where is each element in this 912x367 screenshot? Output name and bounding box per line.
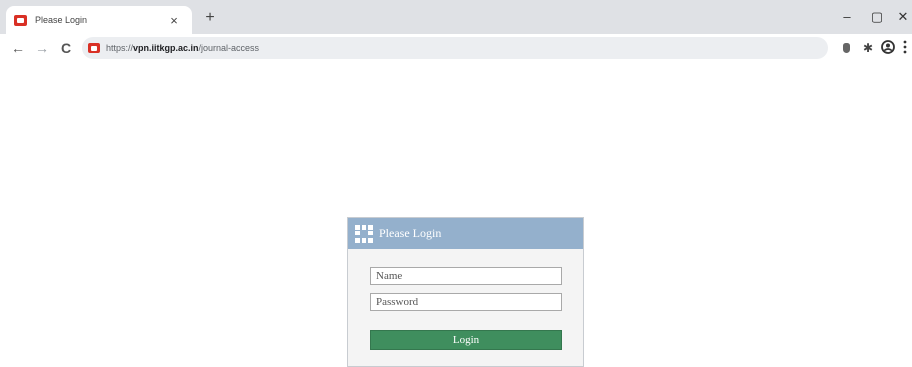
profile-icon[interactable]	[880, 40, 896, 56]
reload-button[interactable]: C	[56, 38, 76, 58]
menu-icon[interactable]	[900, 40, 910, 56]
tab-title: Please Login	[35, 15, 88, 25]
grid-icon	[355, 224, 373, 243]
login-header: Please Login	[348, 218, 583, 249]
puzzle-icon[interactable]: ✱	[860, 40, 876, 56]
tab-strip: Please Login × + – ▢ ✕	[0, 0, 912, 34]
close-window-button[interactable]: ✕	[894, 8, 912, 26]
login-panel: Please Login Login	[347, 217, 584, 367]
minimize-button[interactable]: –	[838, 8, 856, 26]
browser-tab[interactable]: Please Login ×	[6, 6, 192, 34]
url-scheme: https://	[106, 43, 134, 53]
login-title: Please Login	[379, 226, 442, 240]
address-bar[interactable]: https://vpn.iitkgp.ac.in/journal-access	[82, 37, 828, 59]
tab-close-icon[interactable]: ×	[166, 13, 182, 28]
back-button[interactable]: ←	[8, 38, 28, 58]
shield-icon[interactable]	[838, 40, 854, 56]
site-favicon-icon	[88, 43, 100, 53]
url-host: vpn.iitkgp.ac.in	[133, 43, 199, 53]
address-url[interactable]: https://vpn.iitkgp.ac.in/journal-access	[106, 43, 259, 53]
password-input[interactable]	[370, 293, 562, 311]
forward-button[interactable]: →	[32, 38, 52, 58]
login-button[interactable]: Login	[370, 330, 562, 350]
site-favicon-icon	[14, 14, 27, 26]
restore-button[interactable]: ▢	[868, 8, 886, 26]
browser-toolbar: ← → C https://vpn.iitkgp.ac.in/journal-a…	[0, 34, 912, 62]
new-tab-button[interactable]: +	[200, 9, 220, 27]
name-input[interactable]	[370, 267, 562, 285]
url-path: /journal-access	[198, 43, 260, 53]
